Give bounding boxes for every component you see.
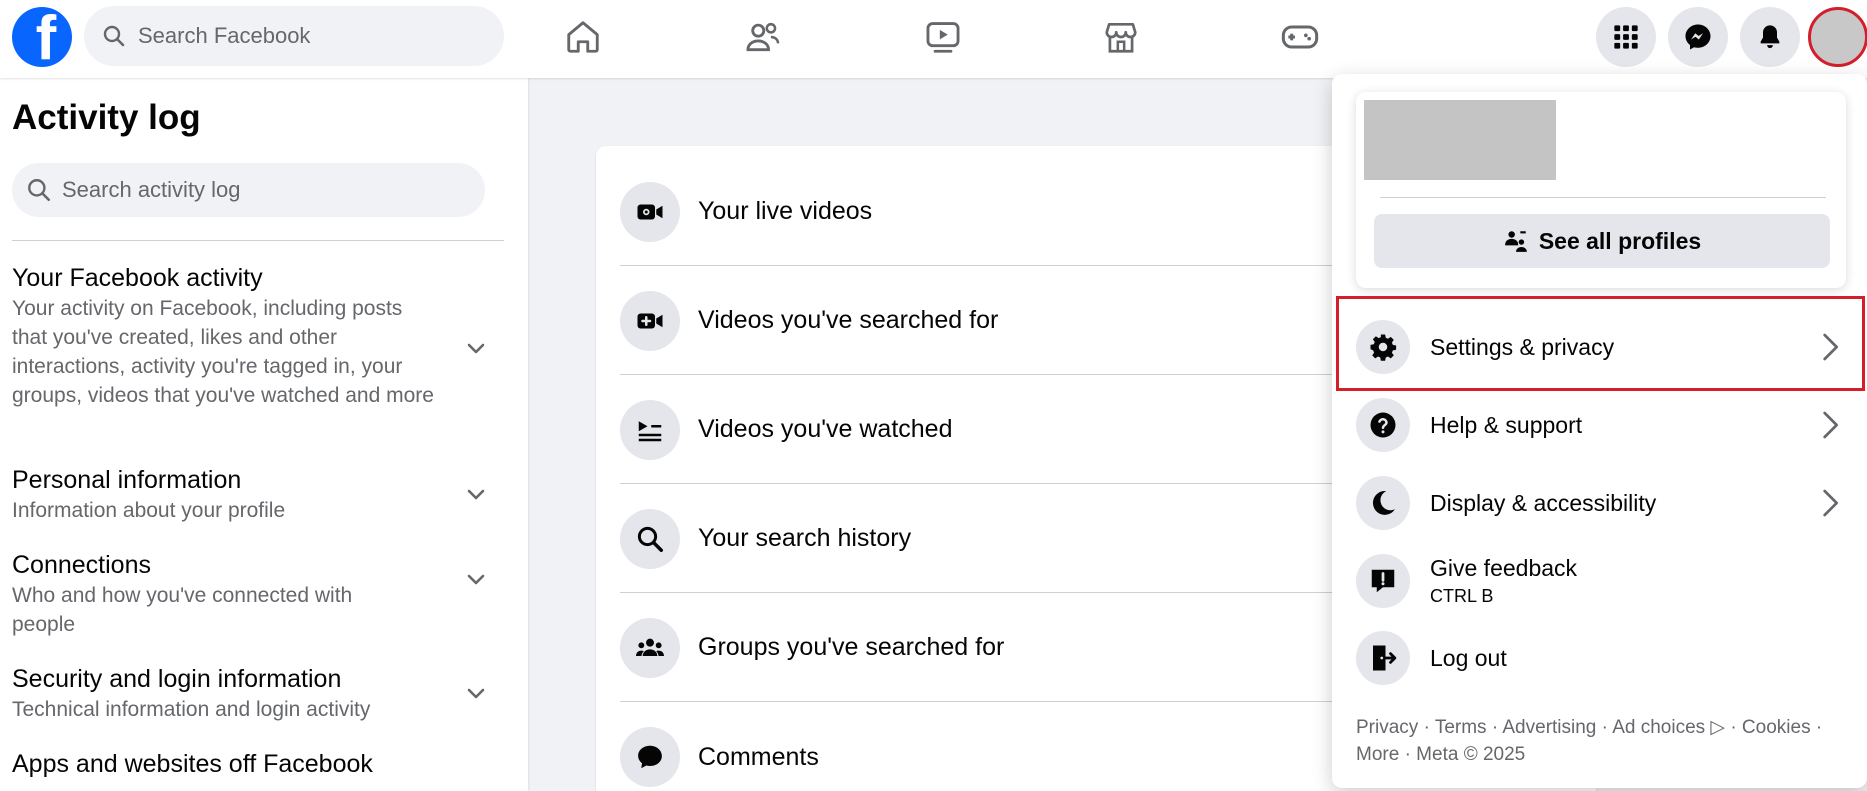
account-avatar-button[interactable]: [1808, 7, 1867, 67]
chevron-down-icon[interactable]: [464, 567, 488, 591]
feedback-icon: [1356, 554, 1410, 608]
menu-item-give-feedback[interactable]: Give feedback CTRL B: [1356, 545, 1846, 617]
category-title: Your Facebook activity: [12, 264, 263, 292]
list-item-label: Videos you've searched for: [698, 306, 999, 334]
nav-friends[interactable]: [733, 12, 793, 62]
category-title: Apps and websites off Facebook: [12, 750, 373, 778]
question-icon: [1356, 398, 1410, 452]
menu-item-label: Log out: [1430, 644, 1507, 671]
category-apps-and-websites[interactable]: Apps and websites off Facebook: [12, 748, 492, 780]
list-item-label: Comments: [698, 742, 819, 771]
marketplace-icon: [1105, 22, 1137, 53]
category-personal-information[interactable]: Personal information Information about y…: [12, 464, 492, 525]
chevron-right-icon: [1823, 411, 1838, 439]
chevron-down-icon[interactable]: [464, 336, 488, 360]
gear-icon: [1356, 320, 1410, 374]
logout-icon: [1356, 631, 1410, 685]
chevron-right-icon: [1823, 489, 1838, 517]
notifications-button[interactable]: [1740, 7, 1800, 67]
messenger-button[interactable]: [1668, 7, 1728, 67]
facebook-search-input[interactable]: Search Facebook: [84, 6, 504, 66]
list-item-label: Groups you've searched for: [698, 633, 1005, 661]
chevron-right-icon: [1823, 333, 1838, 361]
menu-item-label: Settings & privacy: [1430, 333, 1615, 360]
home-icon: [567, 21, 599, 53]
list-item-label: Your search history: [698, 524, 912, 552]
category-description: Your activity on Facebook, including pos…: [12, 297, 434, 407]
watch-video-icon: [926, 22, 960, 53]
category-description: Technical information and login activity: [12, 698, 371, 721]
facebook-logo-letter: f: [35, 7, 57, 68]
divider: [1380, 197, 1826, 198]
profiles-switch-icon: [1504, 231, 1527, 252]
account-menu-dropdown: See all profiles Settings & privacy Help…: [1332, 74, 1867, 788]
menu-item-settings-privacy[interactable]: Settings & privacy: [1356, 311, 1846, 383]
menu-item-label: Help & support: [1430, 411, 1583, 438]
menu-item-label: Give feedback: [1430, 555, 1578, 581]
menu-item-log-out[interactable]: Log out: [1356, 622, 1846, 694]
menu-item-help-support[interactable]: Help & support: [1356, 389, 1846, 461]
video-camera-icon: [620, 181, 680, 242]
footer-line-1[interactable]: Privacy · Terms · Advertising · Ad choic…: [1356, 714, 1856, 741]
profile-card: See all profiles: [1356, 92, 1846, 288]
bell-icon: [1760, 25, 1780, 49]
nav-gaming[interactable]: [1270, 12, 1330, 62]
menu-item-label: Display & accessibility: [1430, 489, 1657, 516]
category-description: Who and how you've connected with people: [12, 584, 353, 636]
nav-home[interactable]: [553, 12, 613, 62]
see-all-profiles-label: See all profiles: [1538, 227, 1702, 254]
nav-watch[interactable]: [913, 12, 973, 62]
category-security-and-login[interactable]: Security and login information Technical…: [12, 663, 492, 724]
activity-log-search-input[interactable]: Search activity log: [12, 163, 485, 217]
chevron-down-icon[interactable]: [464, 482, 488, 506]
nav-marketplace[interactable]: [1091, 12, 1151, 62]
page-title: Activity log: [12, 98, 201, 137]
list-item-label: Your live videos: [698, 197, 873, 225]
footer-links[interactable]: Privacy · Terms · Advertising · Ad choic…: [1356, 714, 1856, 768]
video-search-icon: [620, 290, 680, 351]
moon-icon: [1356, 476, 1410, 530]
comment-icon: [620, 727, 680, 787]
category-description: Information about your profile: [12, 499, 286, 522]
search-icon: [28, 179, 51, 202]
divider: [12, 240, 504, 241]
menu-item-shortcut: CTRL B: [1430, 586, 1494, 606]
grid-menu-icon: [1614, 25, 1638, 49]
friends-icon: [746, 22, 780, 52]
search-icon: [103, 25, 125, 47]
activity-log-sidebar: Activity log Search activity log Your Fa…: [0, 78, 528, 791]
gamepad-icon: [1281, 25, 1319, 49]
chevron-down-icon[interactable]: [464, 681, 488, 705]
magnifier-icon: [620, 508, 680, 569]
top-navigation-bar: f Search Facebook: [0, 0, 1867, 78]
category-connections[interactable]: Connections Who and how you've connected…: [12, 549, 492, 639]
messenger-icon: [1685, 24, 1711, 50]
groups-icon: [620, 617, 680, 678]
profile-picture-placeholder[interactable]: [1364, 100, 1556, 180]
activity-log-search-placeholder: Search activity log: [62, 177, 241, 202]
category-title: Personal information: [12, 466, 242, 494]
playlist-icon: [620, 399, 680, 460]
footer-line-2[interactable]: More · Meta © 2025: [1356, 741, 1856, 768]
list-item-label: Videos you've watched: [698, 415, 953, 443]
facebook-search-placeholder: Search Facebook: [138, 23, 311, 48]
category-title: Connections: [12, 551, 151, 579]
category-title: Security and login information: [12, 665, 342, 693]
menu-item-display-accessibility[interactable]: Display & accessibility: [1356, 467, 1846, 539]
category-your-facebook-activity[interactable]: Your Facebook activity Your activity on …: [12, 262, 492, 410]
facebook-logo[interactable]: f: [12, 7, 72, 67]
menu-button[interactable]: [1596, 7, 1656, 67]
see-all-profiles-button[interactable]: See all profiles: [1374, 214, 1830, 268]
